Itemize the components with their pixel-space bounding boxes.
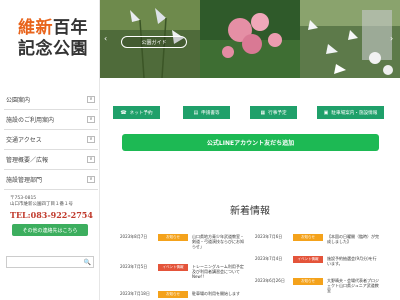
logo-text-park: 記念公園	[18, 39, 88, 59]
news-category-badge: お知らせ	[158, 291, 188, 298]
news-title-link[interactable]: 施設予約抽選会(9月分)を行います。	[327, 256, 379, 266]
document-icon: ▤	[193, 109, 199, 116]
news-date: 2023年7月6日	[255, 234, 283, 239]
online-reservation-button[interactable]: ☎ ネット予約	[113, 106, 160, 119]
news-section-title: 新着情報	[230, 206, 270, 217]
news-category-badge: お知らせ	[293, 278, 323, 285]
bus-icon: ▣	[323, 109, 329, 116]
chevron-down-icon[interactable]: ∨	[87, 156, 95, 163]
search-input[interactable]: 🔍	[6, 256, 94, 268]
side-menu: 公園案内 ∨ 施設のご利用案内 ∨ 交通アクセス ∨ 管理概要／広報 ∨ 施設管…	[4, 90, 98, 190]
park-guide-label: 公園ガイド	[141, 39, 167, 46]
news-category-badge: イベント情報	[293, 256, 323, 263]
news-item[interactable]: 2023年8月7日 お知らせ 山口県地方青少年武道教室・剣道・弓道演技ならびにお…	[120, 234, 244, 249]
news-item[interactable]: 2023年7月6日 お知らせ 【本園の日曜開（臨時）が完成しました】	[255, 234, 379, 244]
menu-item-management[interactable]: 管理概要／広報 ∨	[4, 150, 98, 170]
chevron-down-icon[interactable]: ∨	[87, 136, 95, 143]
news-item[interactable]: 2023年7月4日 イベント情報 施設予約抽選会(9月分)を行います。	[255, 256, 379, 266]
news-date: 2023年7月4日	[255, 256, 283, 261]
chevron-down-icon[interactable]: ∨	[87, 176, 95, 183]
logo-text-year: 百年	[53, 18, 88, 38]
news-item[interactable]: 2023年6月26日 お知らせ 大野晴夫・会場代表者プロジェクト山口県ジュニア武…	[255, 278, 379, 293]
application-forms-button[interactable]: ▤ 申請書等	[183, 106, 230, 119]
menu-item-facility-usage[interactable]: 施設のご利用案内 ∨	[4, 110, 98, 130]
hero-prev-button[interactable]: ‹	[104, 34, 107, 43]
park-guide-button[interactable]: 公園ガイド	[121, 36, 187, 48]
hero-next-button[interactable]: ›	[390, 34, 393, 43]
news-title-link[interactable]: 【本園の日曜開（臨時）が完成しました】	[327, 234, 379, 244]
menu-item-access[interactable]: 交通アクセス ∨	[4, 130, 98, 150]
news-date: 2023年6月26日	[255, 278, 285, 283]
news-date: 2023年8月7日	[120, 234, 148, 239]
chevron-down-icon[interactable]: ∨	[87, 96, 95, 103]
quick-button-label: ネット予約	[129, 110, 153, 116]
event-schedule-button[interactable]: ▦ 行事予定	[250, 106, 297, 119]
menu-item-label: 交通アクセス	[6, 137, 42, 144]
menu-item-park-guide[interactable]: 公園案内 ∨	[4, 90, 98, 110]
menu-item-label: 公園案内	[6, 97, 31, 104]
parking-info-button[interactable]: ▣ 駐車場案内・施設情報	[317, 106, 384, 119]
street-address: 山口市維新公園四丁目１番１号	[10, 202, 73, 207]
quick-button-label: 駐車場案内・施設情報	[331, 110, 378, 116]
contact-address: 〒753-0815 山口市維新公園四丁目１番１号 TEL:083-922-275…	[10, 196, 96, 220]
news-title-link[interactable]: 山口県地方青少年武道教室・剣道・弓道演技ならびにお知らせ」	[192, 234, 244, 249]
news-date: 2023年7月18日	[120, 291, 150, 296]
phone-icon: ☎	[120, 109, 127, 116]
logo-text-accent: 維新	[18, 18, 53, 38]
quick-button-label: 行事予定	[268, 110, 287, 116]
news-category-badge: お知らせ	[293, 234, 323, 241]
chevron-down-icon[interactable]: ∨	[87, 116, 95, 123]
news-item[interactable]: 2023年7月18日 お知らせ 駐車場の利用を開始します	[120, 291, 244, 300]
line-friend-add-button[interactable]: 公式LINEアカウント友だち追加	[122, 134, 379, 151]
menu-item-label: 施設管理部門	[6, 177, 43, 184]
news-item[interactable]: 2023年7月5日 イベント情報 トレーニングルーム利用予定及び利用者講習会につ…	[120, 264, 244, 279]
news-title-link[interactable]: 駐車場の利用を開始します	[192, 291, 244, 296]
search-icon[interactable]: 🔍	[84, 259, 91, 266]
news-title-link[interactable]: 大野晴夫・会場代表者プロジェクト山口県ジュニア武道教室	[327, 278, 379, 293]
news-category-badge: お知らせ	[158, 234, 188, 241]
news-title-link[interactable]: トレーニングルーム利用予定及び利用者講習会について New!!	[192, 264, 244, 279]
news-category-badge: イベント情報	[158, 264, 188, 271]
phone-number[interactable]: TEL:083-922-2754	[10, 210, 96, 220]
menu-item-label: 管理概要／広報	[6, 157, 49, 164]
sidebar: 維新百年 記念公園 公園案内 ∨ 施設のご利用案内 ∨ 交通アクセス ∨ 管理概…	[0, 0, 100, 300]
news-date: 2023年7月5日	[120, 264, 148, 269]
other-contacts-button[interactable]: その他の連絡先はこちら	[12, 224, 88, 236]
quick-button-label: 申請書等	[201, 110, 220, 116]
menu-item-facility-dept[interactable]: 施設管理部門 ∨	[4, 170, 98, 190]
calendar-icon: ▦	[260, 109, 266, 116]
site-logo[interactable]: 維新百年 記念公園	[18, 18, 88, 60]
menu-item-label: 施設のご利用案内	[6, 117, 55, 124]
